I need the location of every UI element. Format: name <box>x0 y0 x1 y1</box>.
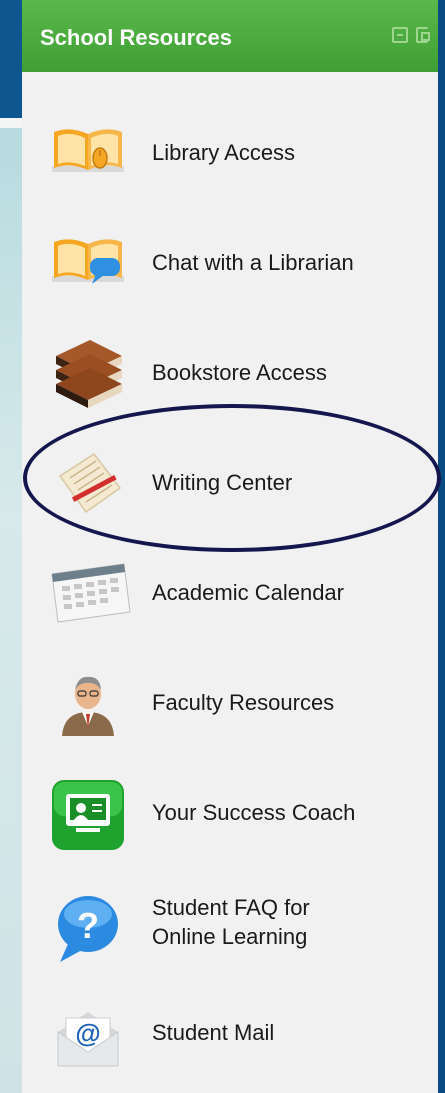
maximize-icon[interactable] <box>416 27 430 43</box>
item-label: Academic Calendar <box>152 580 344 605</box>
resource-item-student-mail[interactable]: @ Student Mail <box>22 990 438 1090</box>
minimize-icon[interactable] <box>392 27 408 43</box>
resource-item-student-faq[interactable]: ? Student FAQ for Online Learning <box>22 880 438 980</box>
item-label: Student FAQ for Online Learning <box>152 893 310 951</box>
resource-item-library-access[interactable]: Library Access <box>22 110 438 210</box>
svg-text:?: ? <box>77 905 99 946</box>
item-label: Library Access <box>152 140 296 165</box>
svg-text:@: @ <box>75 1018 100 1048</box>
faq-label-line2: Online Learning <box>152 924 308 949</box>
book-chat-icon <box>50 232 126 299</box>
resource-item-chat-librarian[interactable]: Chat with a Librarian <box>22 220 438 320</box>
faculty-person-icon <box>50 674 126 741</box>
mail-at-icon: @ <box>50 1006 126 1075</box>
book-mouse-icon <box>50 122 126 189</box>
panel-title: School Resources <box>40 25 232 50</box>
resource-item-success-coach[interactable]: Your Success Coach <box>22 770 438 870</box>
page-edge <box>438 0 445 1093</box>
item-label: Your Success Coach <box>152 800 356 825</box>
question-bubble-icon: ? <box>50 894 126 969</box>
item-label: Student Mail <box>152 1020 275 1045</box>
panel-header: School Resources <box>22 0 438 72</box>
item-label: Chat with a Librarian <box>152 250 354 275</box>
coach-screen-icon <box>50 778 126 857</box>
resource-item-academic-calendar[interactable]: Academic Calendar <box>22 550 438 650</box>
calendar-icon <box>50 560 132 629</box>
resource-item-faculty-resources[interactable]: Faculty Resources <box>22 660 438 760</box>
highlight-ring <box>23 404 441 552</box>
item-label: Bookstore Access <box>152 360 327 385</box>
faq-label-line1: Student FAQ for <box>152 895 310 920</box>
books-stack-icon <box>50 330 126 419</box>
item-label: Faculty Resources <box>152 690 335 715</box>
